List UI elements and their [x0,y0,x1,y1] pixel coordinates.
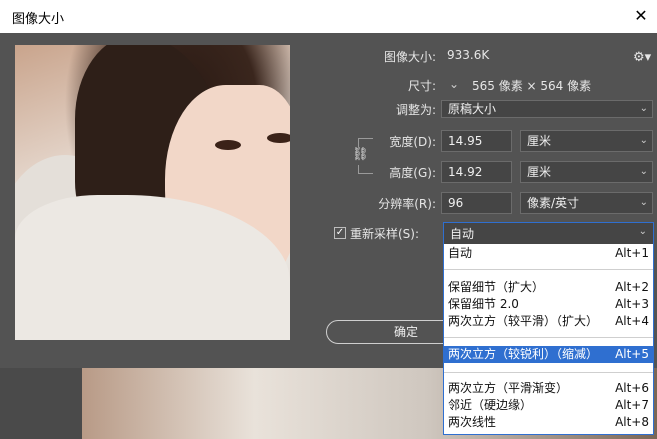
menu-item-label: 邻近（硬边缘） [448,398,533,412]
chevron-down-icon: ⌄ [639,135,648,146]
menu-item-bicubic-gradients[interactable]: 两次立方（平滑渐变） Alt+6 [444,380,653,397]
chevron-down-icon: ⌄ [639,103,648,114]
chevron-down-icon: ⌄ [639,197,648,208]
width-label: 宽度(D): [389,135,436,149]
width-unit-select[interactable]: 厘米 ⌄ [520,130,653,152]
width-field[interactable]: 14.95 [441,130,512,152]
menu-item-bilinear[interactable]: 两次线性 Alt+8 [444,414,653,431]
menu-item-label: 两次线性 [448,415,497,429]
fit-to-value: 原稿大小 [448,102,497,116]
preview-eye-left [215,140,241,150]
fit-to-select[interactable]: 原稿大小 ⌄ [441,100,653,118]
close-icon[interactable]: ✕ [629,4,653,28]
menu-item-label: 自动 [448,246,473,260]
menu-item-bicubic-smoother[interactable]: 两次立方（较平滑）（扩大） Alt+4 [444,313,653,330]
menu-item-label: 两次立方（较平滑）（扩大） [448,314,599,328]
width-unit-value: 厘米 [527,134,552,148]
height-unit-select[interactable]: 厘米 ⌄ [520,161,653,183]
menu-item-shortcut: Alt+1 [615,246,649,260]
height-field[interactable]: 14.92 [441,161,512,183]
workspace-panel [0,360,82,439]
fit-to-label: 调整为: [395,103,436,117]
menu-divider [444,372,653,373]
menu-item-shortcut: Alt+7 [615,398,649,412]
resample-label: 重新采样(S): [350,227,420,241]
menu-item-shortcut: Alt+8 [615,415,649,429]
menu-item-shortcut: Alt+3 [615,297,649,311]
menu-item-shortcut: Alt+4 [615,314,649,328]
menu-item-label: 保留细节（扩大） [448,280,545,294]
menu-item-label: 保留细节 2.0 [448,297,519,311]
resolution-field[interactable]: 96 [441,192,512,214]
resample-checkbox[interactable]: ✓ [334,227,346,239]
resolution-unit-value: 像素/英寸 [527,196,580,210]
dimensions-value: 565 像素 × 564 像素 [472,79,592,93]
chevron-down-icon: ⌄ [638,226,647,237]
dialog-title: 图像大小 [12,12,65,27]
menu-item-preserve-details[interactable]: 保留细节（扩大） Alt+2 [444,279,653,296]
height-label: 高度(G): [389,166,436,180]
menu-item-bicubic-sharper[interactable]: 两次立方（较锐利）（缩减） Alt+5 [444,346,653,363]
title-bar: 图像大小 ✕ [0,0,657,33]
resample-value: 自动 [450,227,475,241]
menu-item-nearest-neighbor[interactable]: 邻近（硬边缘） Alt+7 [444,397,653,414]
image-size-label: 图像大小: [383,50,436,64]
image-size-value: 933.6K [447,48,490,62]
chevron-down-icon: ⌄ [639,166,648,177]
chevron-down-icon[interactable]: ⌄ [448,78,460,91]
height-unit-value: 厘米 [527,165,552,179]
menu-item-label: 两次立方（平滑渐变） [448,381,569,395]
menu-item-label: 两次立方（较锐利）（缩减） [448,347,599,361]
dimensions-label: 尺寸: [407,79,436,93]
resample-select[interactable]: 自动 ⌄ [444,223,653,244]
menu-divider [444,269,653,270]
resolution-label: 分辨率(R): [378,197,436,211]
image-preview[interactable] [15,45,290,340]
menu-item-shortcut: Alt+5 [615,347,649,361]
preview-eye-right [267,133,290,143]
menu-item-preserve-details-2[interactable]: 保留细节 2.0 Alt+3 [444,296,653,313]
resample-dropdown[interactable]: 自动 ⌄ 自动 Alt+1 保留细节（扩大） Alt+2 保留细节 2.0 Al… [443,222,654,435]
menu-item-shortcut: Alt+2 [615,280,649,294]
gear-icon[interactable]: ⚙▾ [633,50,651,65]
resolution-unit-select[interactable]: 像素/英寸 ⌄ [520,192,653,214]
menu-divider [444,337,653,338]
menu-item-auto[interactable]: 自动 Alt+1 [444,245,653,262]
menu-item-shortcut: Alt+6 [615,381,649,395]
